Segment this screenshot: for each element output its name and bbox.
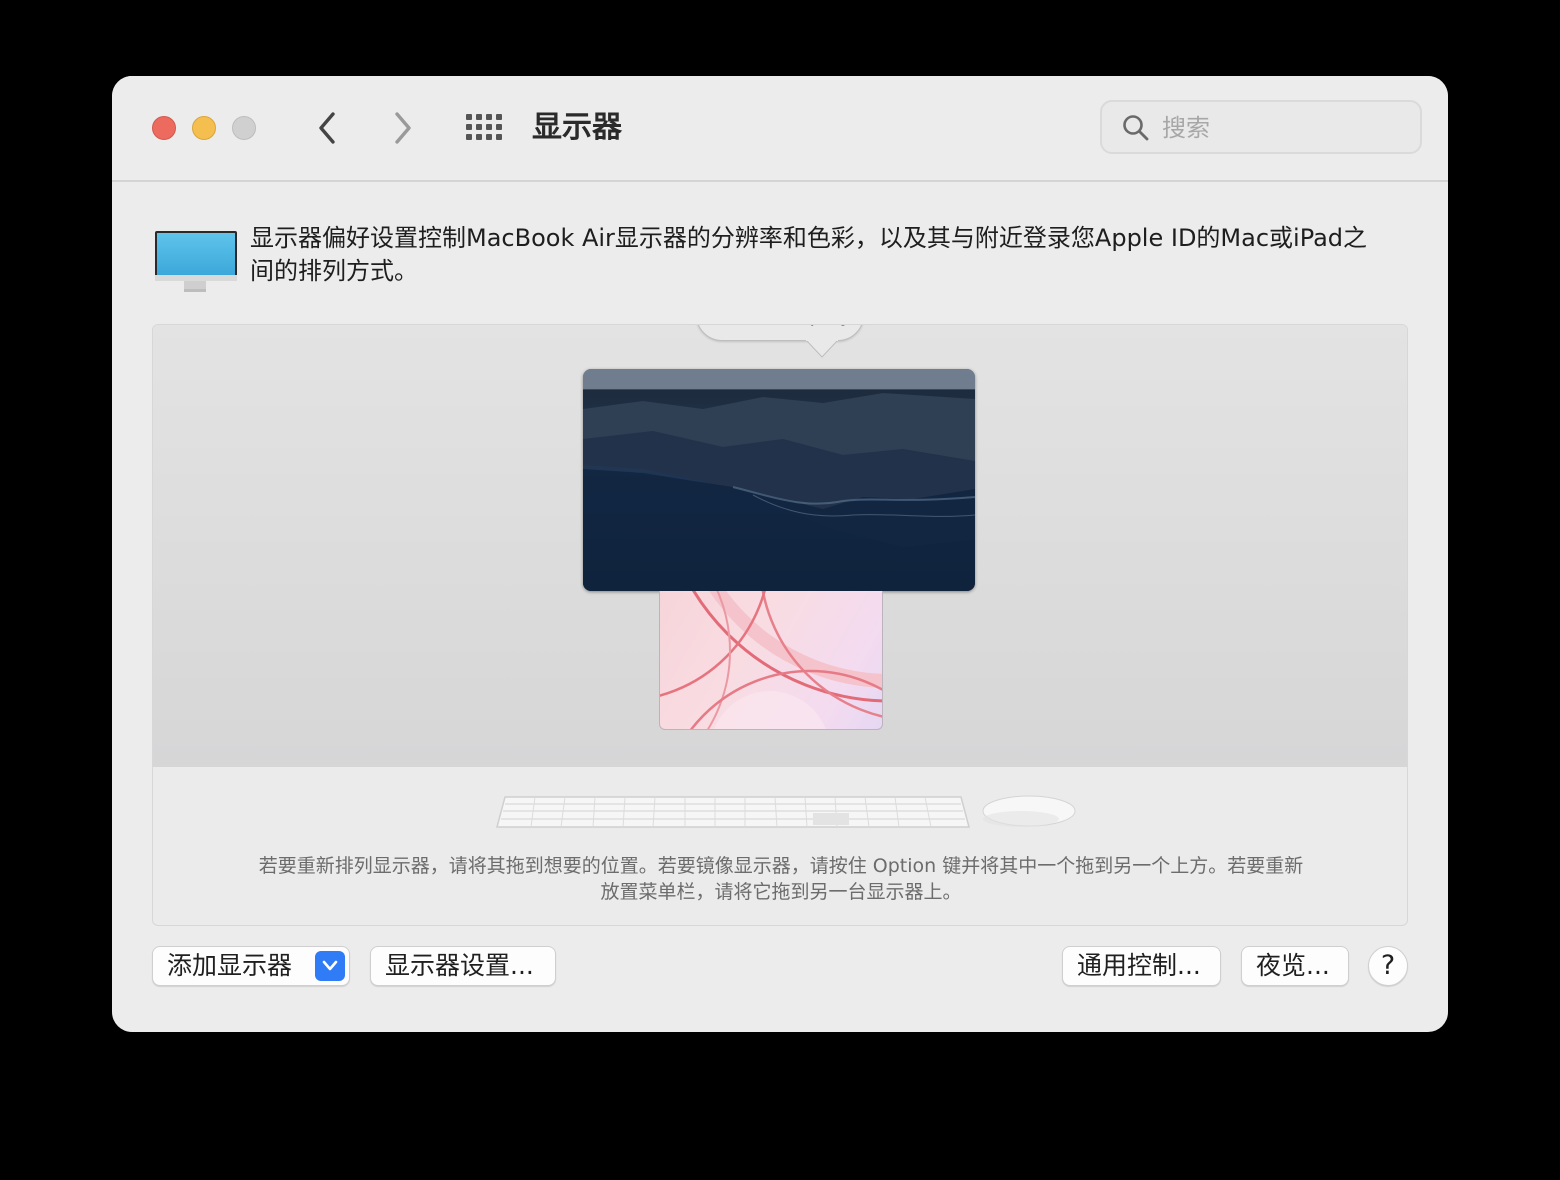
show-all-button[interactable]	[464, 112, 504, 142]
keyboard-icon	[496, 796, 970, 828]
add-display-popup-button[interactable]: 添加显示器	[152, 946, 350, 986]
chevron-right-icon	[395, 112, 411, 144]
search-field[interactable]	[1100, 100, 1422, 154]
toolbar: 显示器	[112, 76, 1448, 182]
magnifying-glass-icon	[1123, 115, 1149, 141]
window-title: 显示器	[532, 110, 622, 145]
universal-control-button[interactable]: 通用控制...	[1062, 946, 1221, 986]
wallpaper-pink-arcs	[660, 591, 882, 729]
back-button[interactable]	[308, 108, 348, 148]
close-button[interactable]	[152, 116, 176, 140]
arrangement-hint: 若要重新排列显示器，请将其拖到想要的位置。若要镜像显示器，请按住 Option …	[258, 855, 1304, 903]
chevron-left-icon	[319, 112, 335, 144]
popup-chevron	[315, 951, 345, 981]
system-preferences-window: 显示器 显示器偏好设置控制MacBook Air显示器的分辨率和色彩，以及其与附…	[112, 76, 1448, 1032]
forward-button[interactable]	[382, 108, 422, 148]
minimize-button[interactable]	[192, 116, 216, 140]
display-arrangement-area: Studio Display	[152, 324, 1408, 926]
chevron-down-icon	[322, 960, 338, 971]
zoom-button[interactable]	[232, 116, 256, 140]
mouse-icon	[982, 795, 1076, 827]
description-text: 显示器偏好设置控制MacBook Air显示器的分辨率和色彩，以及其与附近登录您…	[250, 224, 1368, 285]
grid-icon	[466, 114, 502, 140]
wallpaper-catalina	[583, 369, 975, 591]
add-display-label: 添加显示器	[167, 951, 293, 980]
external-display-thumbnail[interactable]	[583, 369, 975, 591]
tooltip-arrow-icon	[805, 339, 839, 358]
help-button[interactable]: ?	[1368, 946, 1408, 986]
search-input[interactable]	[1160, 110, 1404, 146]
night-shift-button[interactable]: 夜览...	[1241, 946, 1349, 986]
builtin-display-thumbnail[interactable]	[659, 591, 883, 730]
display-settings-button[interactable]: 显示器设置...	[370, 946, 556, 986]
display-icon	[155, 231, 237, 292]
arrangement-canvas: Studio Display	[153, 325, 1407, 767]
